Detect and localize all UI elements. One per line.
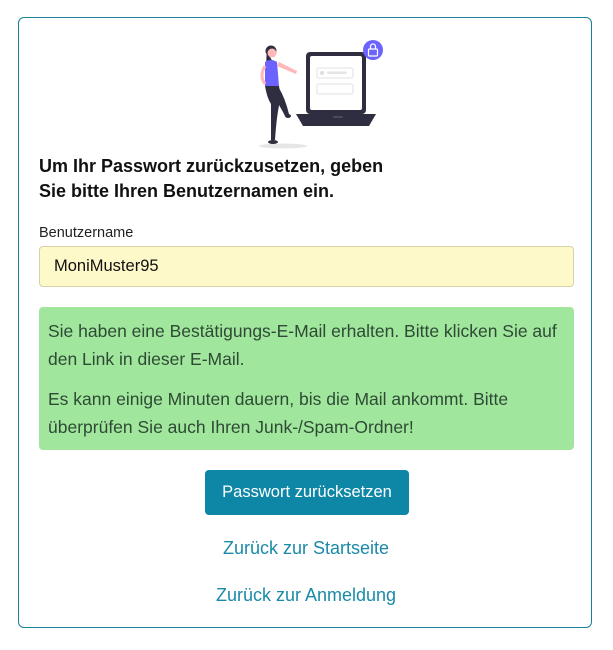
- reset-password-button[interactable]: Passwort zurücksetzen: [205, 470, 409, 515]
- alert-message-2: Es kann einige Minuten dauern, bis die M…: [48, 389, 509, 437]
- username-label: Benutzername: [39, 225, 134, 241]
- page-title: Um Ihr Passwort zurückzusetzen, geben Si…: [39, 154, 419, 204]
- confirmation-alert: Sie haben eine Bestätigungs-E-Mail erhal…: [39, 307, 574, 450]
- page-title-line2: Sie bitte Ihren Benutzernamen ein.: [39, 181, 335, 201]
- username-input[interactable]: [39, 246, 574, 287]
- password-reset-card: Um Ihr Passwort zurückzusetzen, geben Si…: [18, 17, 592, 628]
- person-with-laptop-illustration: [259, 40, 383, 149]
- back-to-login-link[interactable]: Zurück zur Anmeldung: [19, 585, 593, 606]
- page-title-line1: Um Ihr Passwort zurückzusetzen, geben: [39, 156, 384, 176]
- lock-icon: [363, 40, 383, 60]
- alert-message-1: Sie haben eine Bestätigungs-E-Mail erhal…: [48, 321, 557, 369]
- back-to-home-link[interactable]: Zurück zur Startseite: [19, 538, 593, 559]
